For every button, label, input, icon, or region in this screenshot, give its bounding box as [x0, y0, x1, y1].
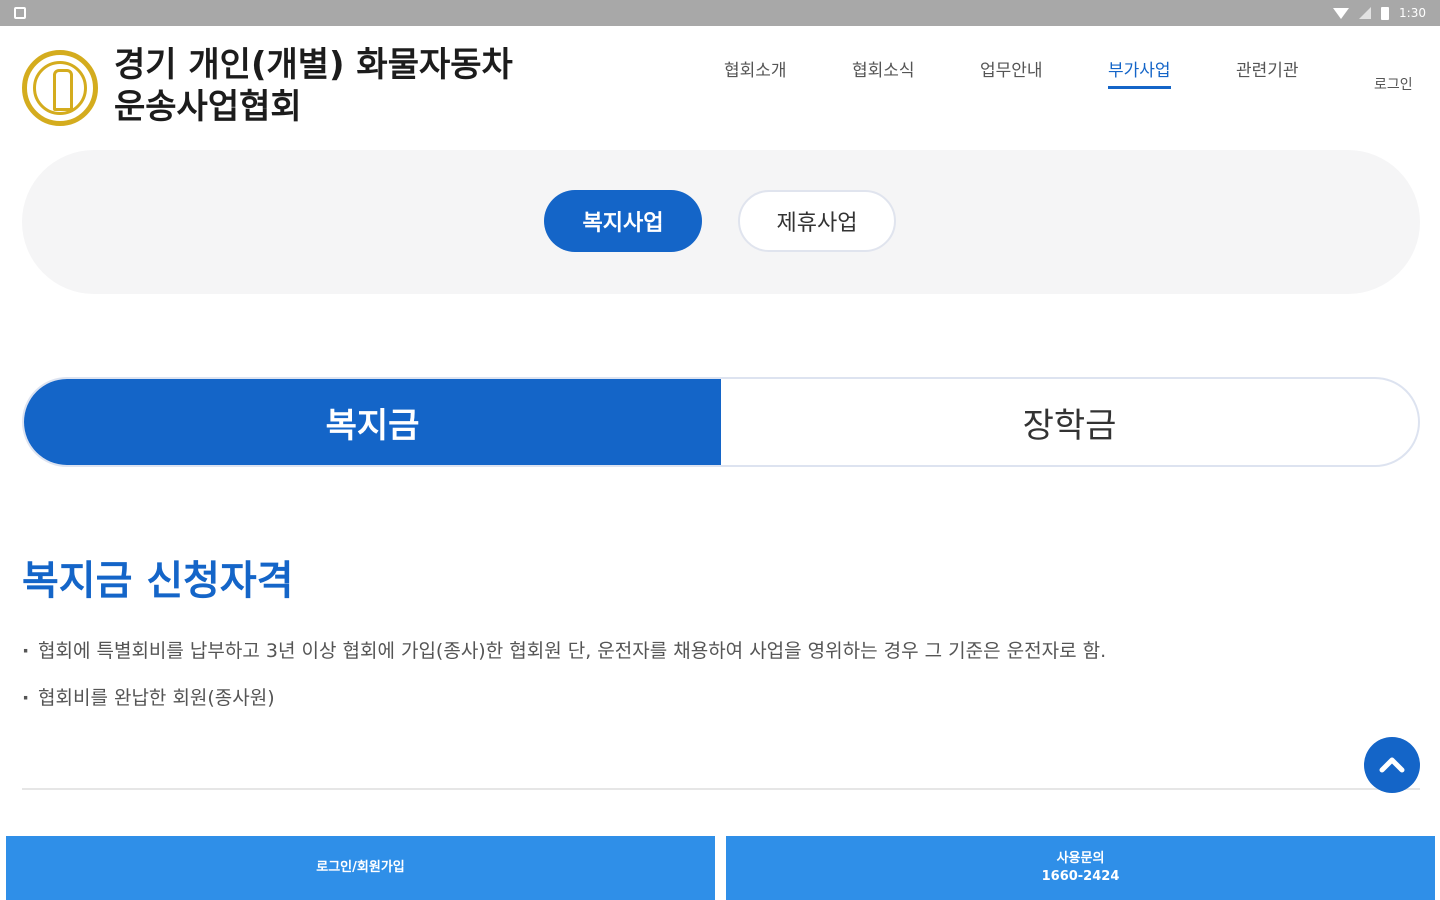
tab-welfare-fund[interactable]: 복지금: [24, 379, 721, 465]
sub-tab-bar: 복지사업 제휴사업: [22, 150, 1420, 294]
tab-scholarship[interactable]: 장학금: [721, 379, 1418, 465]
scroll-to-top-button[interactable]: [1364, 737, 1420, 793]
battery-icon: [1381, 6, 1390, 20]
login-signup-label: 로그인/회원가입: [316, 860, 405, 875]
signal-icon: [1359, 7, 1372, 19]
org-title[interactable]: 경기 개인(개별) 화물자동차 운송사업협회: [114, 44, 513, 128]
contact-button[interactable]: 사용문의 1660-2424: [726, 836, 1435, 900]
nav-item-additional-business[interactable]: 부가사업: [1108, 56, 1171, 89]
bottom-bar: 로그인/회원가입 사용문의 1660-2424: [0, 836, 1440, 900]
status-time: 1:30: [1399, 6, 1426, 20]
nav-item-news[interactable]: 협회소식: [852, 56, 915, 89]
section-title: 복지금 신청자격: [22, 558, 294, 604]
login-signup-button[interactable]: 로그인/회원가입: [6, 836, 715, 900]
notification-icon: [14, 7, 26, 19]
org-title-line1: 경기 개인(개별) 화물자동차: [114, 45, 513, 85]
main-tab-bar: 복지금 장학금: [22, 377, 1420, 467]
divider: [22, 788, 1420, 790]
nav-item-about[interactable]: 협회소개: [724, 56, 787, 89]
site-header: 경기 개인(개별) 화물자동차 운송사업협회 협회소개 협회소식 업무안내 부가…: [0, 26, 1440, 152]
nav-item-related-agencies[interactable]: 관련기관: [1236, 56, 1299, 89]
contact-number: 1660-2424: [1041, 869, 1120, 884]
tab-welfare-business[interactable]: 복지사업: [544, 190, 702, 252]
status-bar: 1:30: [0, 0, 1440, 26]
nav-item-services[interactable]: 업무안내: [980, 56, 1043, 89]
tab-partnership-business[interactable]: 제휴사업: [738, 190, 896, 252]
list-item: 협회비를 완납한 회원(종사원): [22, 675, 1402, 722]
wifi-icon: [1333, 7, 1350, 19]
contact-label: 사용문의: [1056, 851, 1105, 866]
status-icons: 1:30: [1333, 6, 1426, 20]
chevron-up-icon: [1379, 757, 1405, 773]
association-logo-icon[interactable]: [22, 50, 98, 126]
nav-item-login[interactable]: 로그인: [1374, 74, 1413, 102]
list-item: 협회에 특별회비를 납부하고 3년 이상 협회에 가입(종사)한 협회원 단, …: [22, 628, 1402, 675]
eligibility-list: 협회에 특별회비를 납부하고 3년 이상 협회에 가입(종사)한 협회원 단, …: [22, 628, 1402, 722]
org-title-line2: 운송사업협회: [114, 87, 302, 127]
